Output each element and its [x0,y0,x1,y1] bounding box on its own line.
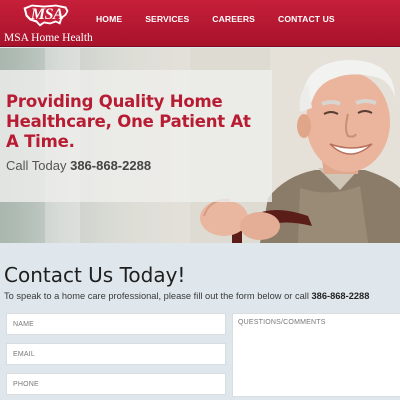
nav-services[interactable]: SERVICES [145,14,189,34]
main-nav: HOME SERVICES CAREERS CONTACT US [96,0,358,47]
site-header: MSA MSA Home Health HOME SERVICES CAREER… [0,0,400,47]
comments-field[interactable]: QUESTIONS/COMMENTS [232,313,400,397]
site-logo[interactable]: MSA MSA Home Health [4,2,93,46]
contact-title: Contact Us Today! [4,263,186,287]
hero-headline: Providing Quality Home Healthcare, One P… [6,92,251,151]
hero-call-today: Call Today 386-868-2288 [6,158,151,173]
email-placeholder: EMAIL [13,351,36,358]
contact-subtitle-text: To speak to a home care professional, pl… [4,291,309,301]
call-prefix: Call Today [6,158,67,173]
contact-phone-link[interactable]: 386-868-2288 [311,291,369,301]
name-placeholder: NAME [13,321,35,328]
email-field[interactable]: EMAIL [6,343,226,365]
hero-phone-link[interactable]: 386-868-2288 [70,158,151,173]
site-name: MSA Home Health [4,32,93,44]
nav-careers[interactable]: CAREERS [212,14,255,34]
phone-field[interactable]: PHONE [6,373,226,395]
logo-mark-text: MSA [30,6,64,23]
hero-banner: Providing Quality Home Healthcare, One P… [0,48,400,243]
name-field[interactable]: NAME [6,313,226,335]
comments-placeholder: QUESTIONS/COMMENTS [238,319,326,326]
phone-placeholder: PHONE [13,381,39,388]
nav-home[interactable]: HOME [96,14,122,34]
nav-contact-us[interactable]: CONTACT US [278,14,335,34]
contact-subtitle: To speak to a home care professional, pl… [4,291,369,301]
